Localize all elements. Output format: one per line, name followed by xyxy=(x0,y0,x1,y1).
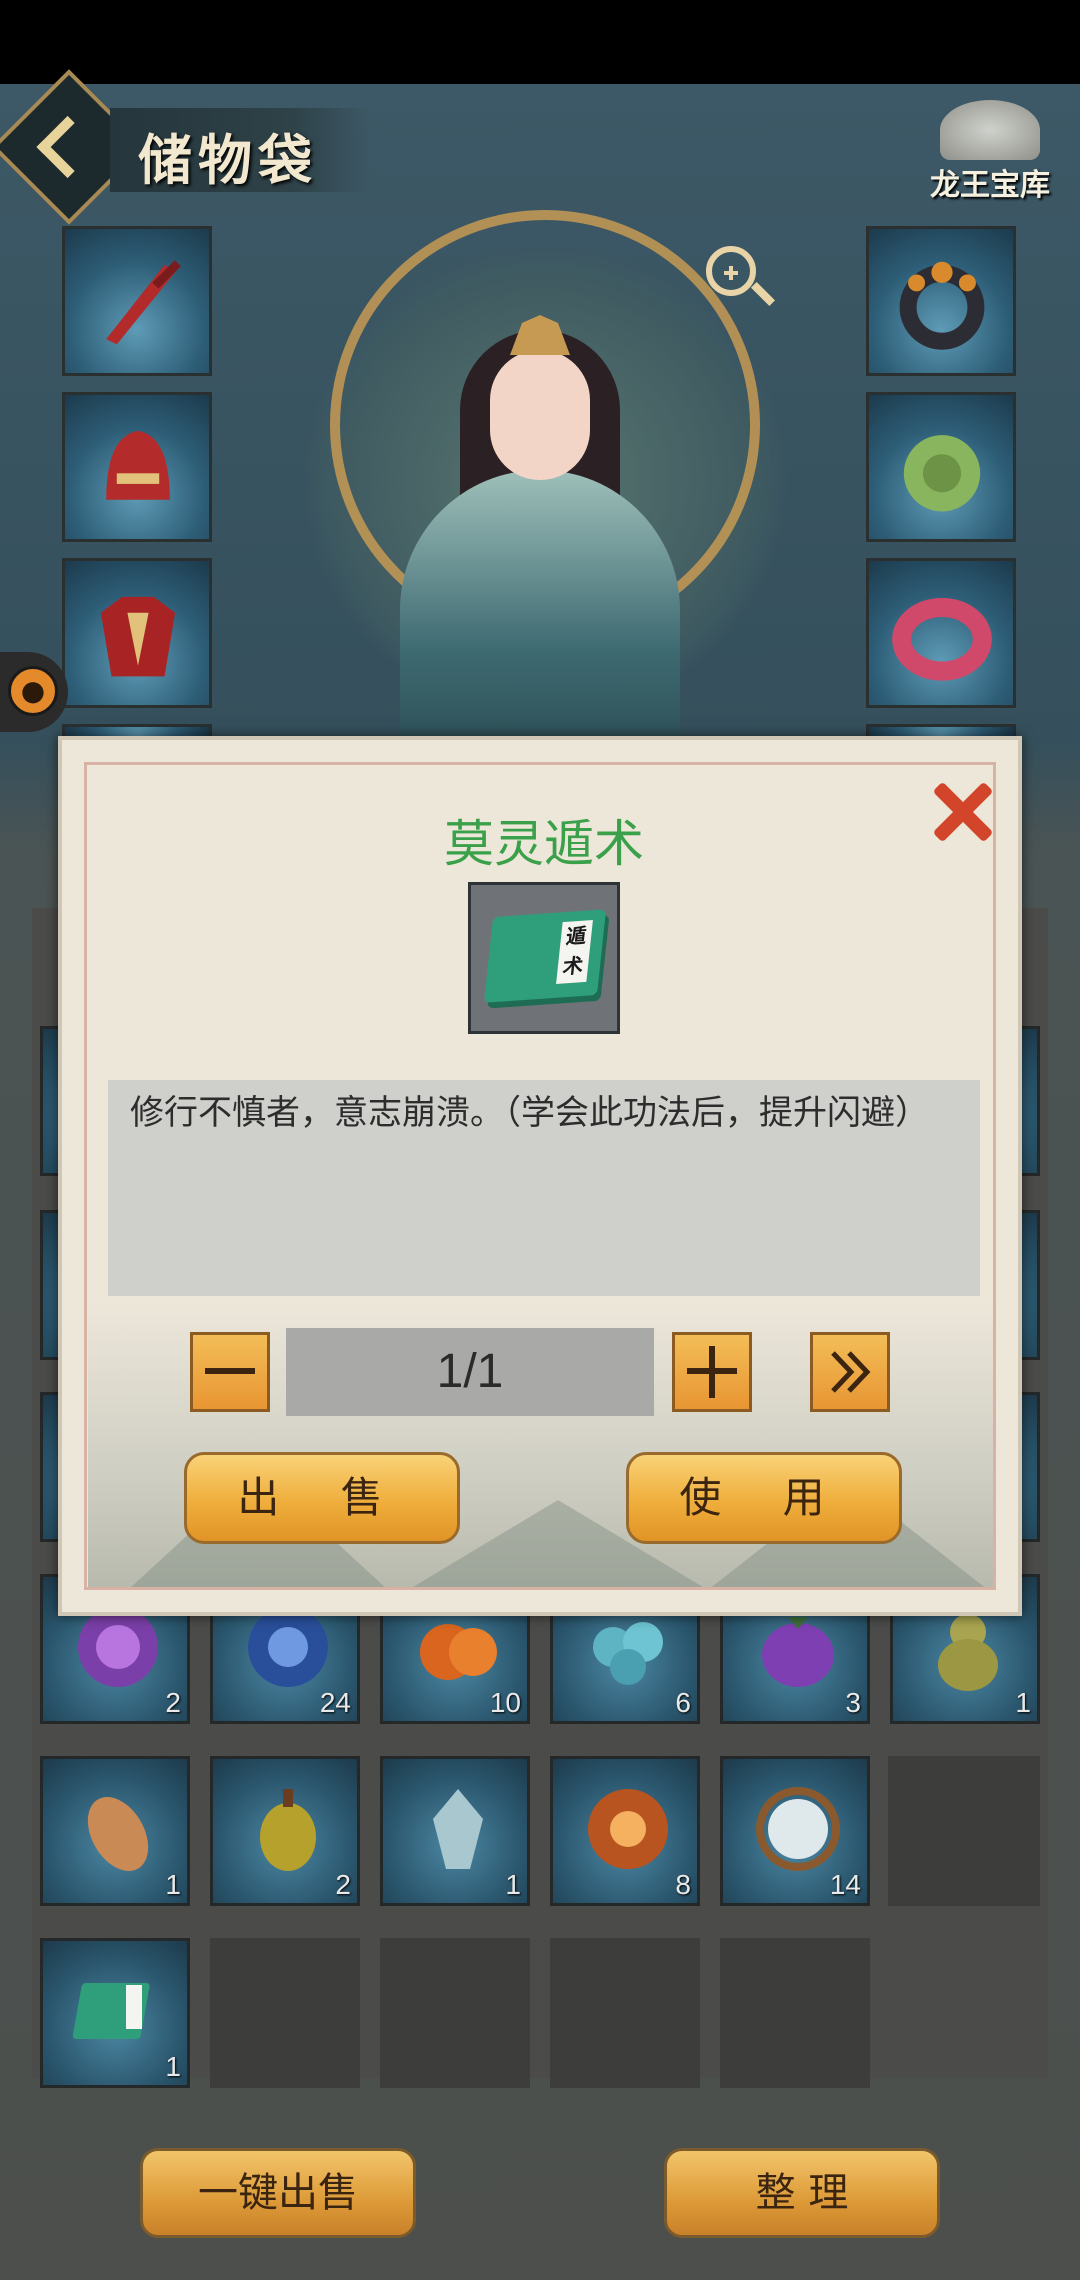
yellow-pepper-icon xyxy=(260,1789,316,1871)
zoom-in-icon[interactable] xyxy=(706,246,756,296)
item-count: 10 xyxy=(489,1687,521,1718)
page-title: 储物袋 xyxy=(138,128,318,192)
dragon-king-store-button[interactable]: 龙王宝库 xyxy=(920,100,1060,210)
inventory-slot-empty[interactable] xyxy=(380,1938,530,2088)
book-label: 遁术 xyxy=(556,920,593,984)
item-count: 1 xyxy=(165,1869,181,1900)
item-count: 24 xyxy=(319,1687,351,1718)
inventory-slot[interactable]: 14 xyxy=(720,1756,870,1906)
item-description: 修行不慎者，意志崩溃。（学会此功法后，提升闪避） xyxy=(130,1093,929,1133)
plus-icon xyxy=(687,1346,737,1398)
red-sword-icon xyxy=(106,260,181,345)
character-robe xyxy=(400,470,680,770)
sell-all-button[interactable]: 一键出售 xyxy=(140,2148,416,2238)
equip-slot-bracelet[interactable] xyxy=(866,558,1016,708)
item-count: 6 xyxy=(675,1687,691,1718)
double-chevron-right-icon xyxy=(831,1351,871,1393)
inventory-slot[interactable]: 2 xyxy=(210,1756,360,1906)
status-bar xyxy=(0,0,1080,84)
inventory-slot-empty[interactable] xyxy=(720,1938,870,2088)
back-arrow-icon xyxy=(36,115,99,179)
item-count: 14 xyxy=(829,1869,861,1900)
max-quantity-button[interactable] xyxy=(810,1332,890,1412)
increase-quantity-button[interactable] xyxy=(672,1332,752,1412)
item-description-box: 修行不慎者，意志崩溃。（学会此功法后，提升闪避） xyxy=(108,1080,980,1296)
close-icon[interactable] xyxy=(930,780,994,844)
crystal-icon xyxy=(433,1789,483,1869)
item-count: 1 xyxy=(1015,1687,1031,1718)
root-orb-icon xyxy=(756,1787,840,1871)
item-icon-frame: 遁术 xyxy=(468,882,620,1034)
equip-slot-helmet[interactable] xyxy=(62,392,212,542)
technique-book-icon: 遁术 xyxy=(483,909,607,1003)
decrease-quantity-button[interactable] xyxy=(190,1332,270,1412)
dragon-emblem-icon xyxy=(940,100,1040,160)
quantity-display: 1/1 xyxy=(286,1328,654,1416)
pink-bracelet-icon xyxy=(892,597,992,681)
minus-icon xyxy=(205,1368,255,1374)
item-count: 3 xyxy=(845,1687,861,1718)
inventory-slot[interactable]: 1 xyxy=(40,1756,190,1906)
equip-slot-pendant[interactable] xyxy=(866,392,1016,542)
red-armor-icon xyxy=(100,596,176,677)
store-label: 龙王宝库 xyxy=(930,168,1050,203)
sell-button[interactable]: 出 售 xyxy=(184,1452,460,1544)
item-count: 2 xyxy=(335,1869,351,1900)
inventory-slot[interactable]: 1 xyxy=(40,1938,190,2088)
item-count: 2 xyxy=(165,1687,181,1718)
inventory-slot-empty[interactable] xyxy=(550,1938,700,2088)
sweet-potato-icon xyxy=(87,1797,149,1871)
jade-pendant-icon xyxy=(903,435,981,512)
bell-icon: ● xyxy=(8,666,58,716)
equip-slot-ring[interactable] xyxy=(866,226,1016,376)
dark-ring-icon xyxy=(899,261,985,350)
item-detail-dialog: 莫灵遁术 遁术 修行不慎者，意志崩溃。（学会此功法后，提升闪避） 1/1 出 售… xyxy=(58,736,1022,1616)
red-helmet-icon xyxy=(106,430,170,500)
item-count: 8 xyxy=(675,1869,691,1900)
use-button[interactable]: 使 用 xyxy=(626,1452,902,1544)
item-count: 1 xyxy=(505,1869,521,1900)
technique-book-icon xyxy=(72,1983,150,2039)
fire-orb-icon xyxy=(588,1789,668,1869)
character-face xyxy=(490,350,590,480)
inventory-slot-empty[interactable] xyxy=(888,1756,1040,1906)
inventory-slot[interactable]: 8 xyxy=(550,1756,700,1906)
item-name: 莫灵遁术 xyxy=(444,815,644,873)
equip-slot-weapon[interactable] xyxy=(62,226,212,376)
inventory-slot[interactable]: 1 xyxy=(380,1756,530,1906)
item-count: 1 xyxy=(165,2051,181,2082)
inventory-slot-empty[interactable] xyxy=(210,1938,360,2088)
sort-button[interactable]: 整 理 xyxy=(664,2148,940,2238)
equip-slot-armor[interactable] xyxy=(62,558,212,708)
